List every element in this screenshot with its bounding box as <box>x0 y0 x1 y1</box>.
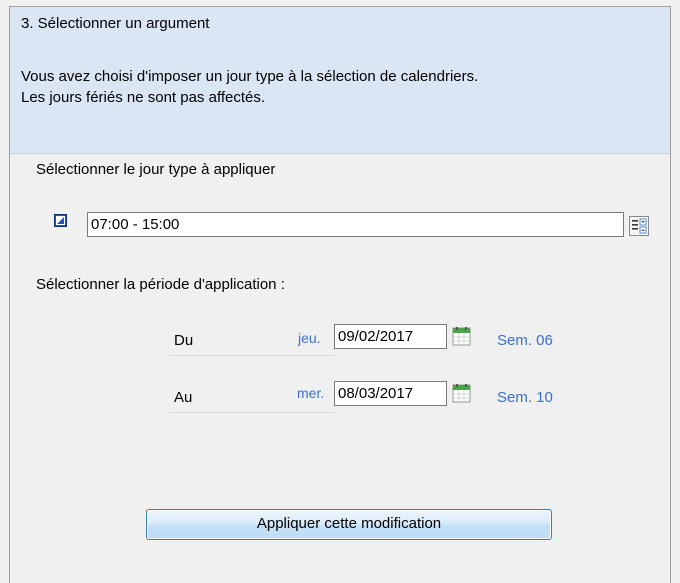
day-type-field[interactable]: 07:00 - 15:00 <box>87 212 624 237</box>
apply-modification-button[interactable]: Appliquer cette modification <box>146 509 552 540</box>
step-description: Vous avez choisi d'imposer un jour type … <box>21 66 478 108</box>
to-date-field[interactable]: 08/03/2017 <box>334 381 447 406</box>
to-week: Sem. 10 <box>497 389 553 406</box>
from-label: Du <box>174 332 194 349</box>
to-row-divider <box>170 412 334 413</box>
day-type-icon <box>54 214 67 227</box>
step-title: 3. Sélectionner un argument <box>21 15 210 32</box>
from-weekday: jeu. <box>298 330 321 346</box>
from-calendar-icon[interactable] <box>452 327 472 347</box>
from-date-field[interactable]: 09/02/2017 <box>334 324 447 349</box>
description-line-1: Vous avez choisi d'imposer un jour type … <box>21 68 479 85</box>
list-picker-icon[interactable] <box>629 216 649 236</box>
period-label: Sélectionner la période d'application : <box>36 276 285 293</box>
description-line-2: Les jours fériés ne sont pas affectés. <box>21 89 266 106</box>
step-header: 3. Sélectionner un argument Vous avez ch… <box>10 7 670 154</box>
wizard-panel: 3. Sélectionner un argument Vous avez ch… <box>9 6 671 583</box>
from-row-divider <box>170 355 334 356</box>
to-weekday: mer. <box>297 385 325 401</box>
day-type-label: Sélectionner le jour type à appliquer <box>36 161 276 178</box>
from-week: Sem. 06 <box>497 332 553 349</box>
to-calendar-icon[interactable] <box>452 384 472 404</box>
to-label: Au <box>174 389 193 406</box>
